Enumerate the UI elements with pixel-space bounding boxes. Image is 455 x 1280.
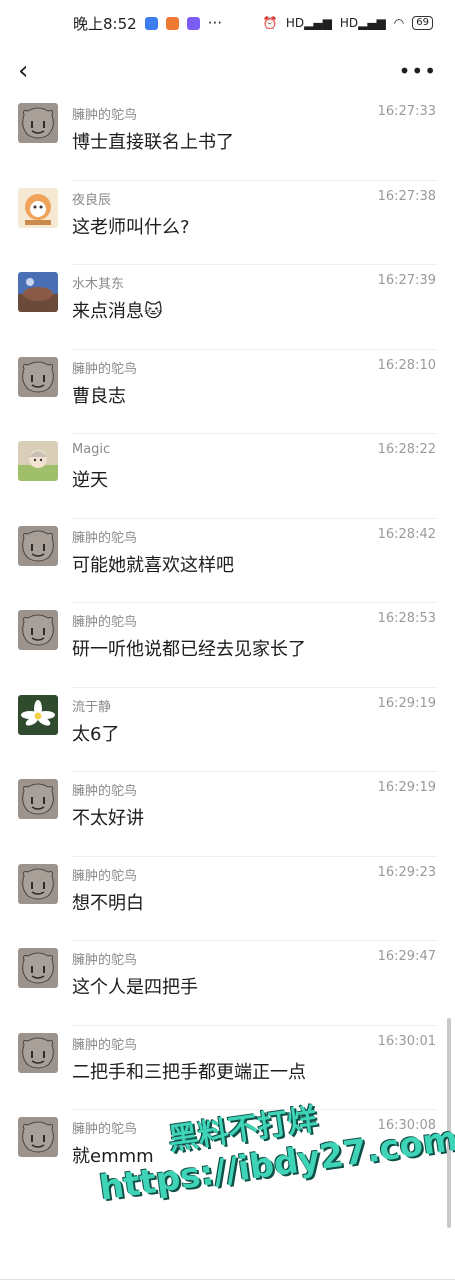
message-item[interactable]: Magic 16:28:22 逆天 [0, 434, 455, 519]
sender-name[interactable]: 臃肿的鸵鸟 [72, 949, 137, 968]
avatar[interactable] [18, 1117, 58, 1157]
message-time: 16:28:53 [377, 611, 436, 626]
message-text[interactable]: 来点消息🐱 [72, 297, 163, 323]
message-text[interactable]: 曹良志 [72, 382, 126, 408]
video-notification-icon [186, 16, 200, 30]
message-list[interactable]: 臃肿的鸵鸟 16:27:33 博士直接联名上书了夜良辰 16:27:38 这老师叫什么?… [0, 96, 455, 1195]
avatar[interactable] [18, 863, 58, 904]
avatar[interactable] [18, 103, 58, 143]
wifi-icon: ◠ [393, 16, 405, 30]
more-options-icon[interactable]: ••• [399, 59, 437, 83]
avatar[interactable] [18, 187, 58, 228]
status-time: 晚上8:52 [73, 14, 137, 33]
message-text[interactable]: 研一听他说都已经去见家长了 [72, 635, 306, 661]
avatar[interactable] [18, 272, 58, 312]
app-notification-icon [144, 16, 158, 30]
sender-name[interactable]: 流于静 [72, 696, 111, 715]
message-item[interactable]: 水木其东 16:27:39 来点消息🐱 [0, 265, 455, 350]
message-time: 16:27:33 [377, 104, 436, 119]
message-time: 16:29:23 [377, 864, 436, 880]
message-text[interactable]: 二把手和三把手都更端正一点 [72, 1058, 306, 1084]
message-text[interactable]: 不太好讲 [72, 804, 144, 830]
message-time: 16:28:42 [377, 526, 436, 542]
message-time: 16:30:01 [377, 1033, 436, 1049]
message-item[interactable]: 臃肿的鸵鸟 16:28:53 研一听他说都已经去见家长了 [0, 603, 455, 688]
more-notifications-icon: ··· [207, 14, 222, 32]
battery-icon: 69 [412, 16, 433, 30]
avatar[interactable] [18, 694, 58, 735]
taobao-notification-icon [165, 16, 179, 30]
alarm-icon: ⏰ [262, 16, 278, 30]
message-item[interactable]: 臃肿的鸵鸟 16:29:23 想不明白 [0, 857, 455, 941]
message-item[interactable]: 臃肿的鸵鸟 16:27:33 博士直接联名上书了 [0, 96, 455, 181]
message-time: 16:27:38 [377, 188, 436, 204]
message-text[interactable]: 这老师叫什么? [72, 213, 190, 239]
sender-name[interactable]: 臃肿的鸵鸟 [72, 358, 137, 377]
message-item[interactable]: 臃肿的鸵鸟 16:29:47 这个人是四把手 [0, 941, 455, 1026]
message-time: 16:29:19 [377, 780, 436, 795]
sender-name[interactable]: 臃肿的鸵鸟 [72, 1034, 137, 1053]
message-item[interactable]: 臃肿的鸵鸟 16:29:19 不太好讲 [0, 772, 455, 857]
message-item[interactable]: 夜良辰 16:27:38 这老师叫什么? [0, 181, 455, 265]
message-text[interactable]: 可能她就喜欢这样吧 [72, 551, 234, 577]
avatar[interactable] [18, 610, 58, 650]
sender-name[interactable]: 夜良辰 [72, 189, 111, 208]
message-time: 16:28:22 [377, 442, 436, 457]
sender-name[interactable]: 臃肿的鸵鸟 [72, 104, 137, 123]
sender-name[interactable]: 臃肿的鸵鸟 [72, 527, 137, 546]
message-item[interactable]: 臃肿的鸵鸟 16:28:10 曹良志 [0, 350, 455, 434]
avatar[interactable] [18, 525, 58, 566]
avatar[interactable] [18, 948, 58, 988]
message-text[interactable]: 逆天 [72, 466, 108, 492]
avatar[interactable] [18, 779, 58, 819]
doge-emoji-icon: 🐱 [144, 301, 163, 322]
sender-name[interactable]: 水木其东 [72, 273, 124, 292]
status-bar: 晚上8:52 ··· ⏰ HD▂▄▆ HD▂▄▆ ◠ 69 [0, 0, 455, 46]
message-time: 16:29:19 [377, 695, 436, 711]
sender-name[interactable]: 臃肿的鸵鸟 [72, 611, 137, 630]
avatar[interactable] [18, 441, 58, 481]
message-time: 16:29:47 [377, 949, 436, 964]
message-time: 16:27:39 [377, 273, 436, 288]
message-item[interactable]: 流于静 16:29:19 太6了 [0, 688, 455, 772]
message-item[interactable]: 臃肿的鸵鸟 16:28:42 可能她就喜欢这样吧 [0, 519, 455, 603]
message-text[interactable]: 想不明白 [72, 889, 144, 915]
chat-nav-bar: ‹ ••• [0, 46, 455, 96]
avatar[interactable] [18, 356, 58, 397]
message-text[interactable]: 博士直接联名上书了 [72, 128, 234, 154]
sender-name[interactable]: 臃肿的鸵鸟 [72, 865, 137, 884]
sender-name[interactable]: 臃肿的鸵鸟 [72, 780, 137, 799]
signal-icon-1: HD▂▄▆ [285, 16, 332, 30]
signal-icon-2: HD▂▄▆ [339, 16, 386, 30]
back-arrow-icon[interactable]: ‹ [18, 56, 28, 86]
sender-name[interactable]: Magic [72, 442, 110, 457]
message-text[interactable]: 这个人是四把手 [72, 973, 198, 999]
message-time: 16:28:10 [377, 357, 436, 373]
message-text[interactable]: 太6了 [72, 720, 119, 746]
avatar[interactable] [18, 1032, 58, 1073]
